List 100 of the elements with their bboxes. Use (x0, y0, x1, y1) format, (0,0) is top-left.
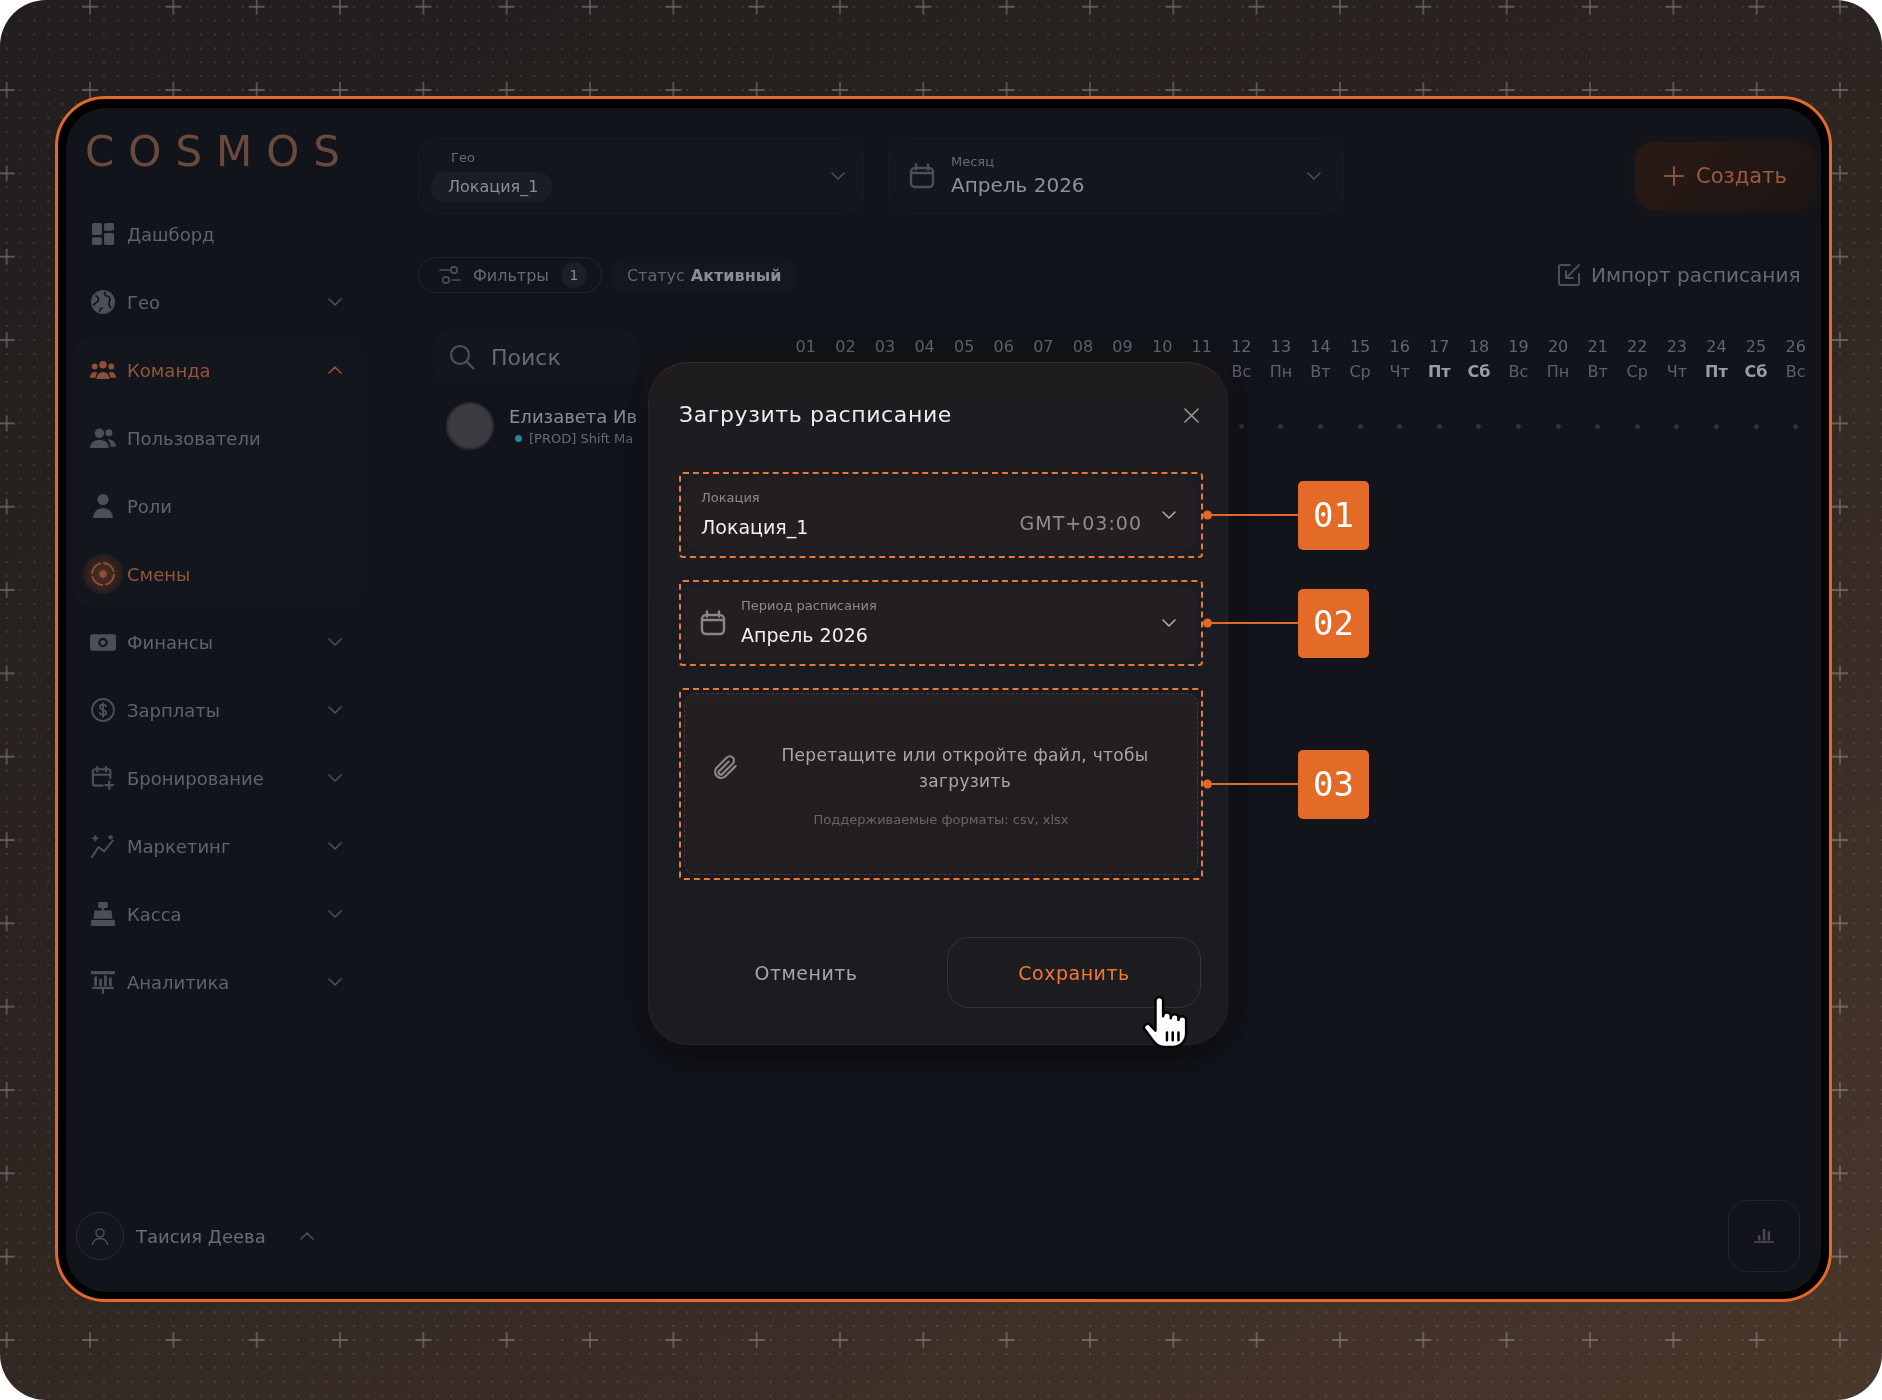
weekday-label: Пн (1269, 362, 1293, 382)
select-value: Апрель 2026 (951, 172, 1085, 198)
sidebar-item[interactable]: Зарплаты (74, 676, 362, 744)
empty-cell-dot (1476, 423, 1482, 429)
hand-cursor-icon (1143, 995, 1189, 1049)
sidebar-item[interactable]: Роли (74, 472, 362, 540)
month-select[interactable]: Месяц Апрель 2026 (888, 138, 1344, 214)
weekday-label: Сб (1467, 362, 1491, 382)
weekday-label: Ср (1626, 362, 1648, 382)
sidebar-item[interactable]: Пользователи (74, 404, 362, 472)
globe-icon (91, 290, 115, 314)
day-number: 10 (1151, 337, 1173, 357)
day-number: 06 (993, 337, 1014, 357)
period-select[interactable]: Период расписания Апрель 2026 (684, 585, 1198, 661)
chevron-down-icon (1162, 511, 1176, 519)
save-button[interactable]: Сохранить (947, 937, 1201, 1008)
day-number: 02 (835, 337, 856, 357)
field-label: Месяц (951, 154, 995, 170)
weekday-label: Чт (1389, 362, 1410, 382)
weekday-label: Вс (1785, 362, 1806, 382)
search-input[interactable]: Поиск (491, 344, 621, 370)
empty-cell-dot (1516, 423, 1521, 429)
chevron-down-icon (1307, 172, 1321, 180)
day-number: 19 (1508, 337, 1529, 357)
day-number: 13 (1270, 337, 1292, 357)
users-icon (90, 428, 116, 448)
weekday-label: Ср (1349, 362, 1371, 382)
sidebar-item[interactable]: Бронирование (74, 744, 362, 812)
day-number: 04 (914, 337, 935, 357)
cash-register-icon (91, 902, 115, 926)
avatar[interactable] (76, 1212, 124, 1260)
field-label: Период расписания (741, 598, 877, 614)
sidebar-item[interactable]: Финансы (74, 608, 362, 676)
weekday-label: Пт (1705, 362, 1728, 382)
day-number: 25 (1745, 337, 1767, 357)
calendar-icon (700, 610, 726, 636)
file-dropzone[interactable]: Перетащите или откройте файл, чтобы загрузить Поддерживаемые форматы: csv, xlsx (684, 693, 1198, 875)
location-select[interactable]: Локация Локация_1 GMT+03:00 (684, 477, 1198, 553)
sidebar-item[interactable]: Маркетинг (74, 812, 362, 880)
select-value: Локация_1 (701, 515, 809, 540)
sidebar-item[interactable]: Команда (74, 336, 362, 404)
chevron-down-icon (1162, 619, 1176, 627)
day-number: 09 (1112, 337, 1133, 357)
chevron-down-icon (831, 172, 845, 180)
import-schedule-link[interactable]: Импорт расписания (1557, 263, 1816, 287)
target-icon (91, 562, 115, 586)
day-number: 18 (1468, 337, 1490, 357)
empty-cell-dot (1238, 423, 1244, 429)
geo-select[interactable]: Гео Локация_1 (418, 138, 864, 214)
empty-cell-dot (1713, 423, 1719, 429)
sidebar-item[interactable]: Дашборд (74, 200, 362, 268)
calendar-icon (909, 163, 935, 189)
weekday-label: Вс (1508, 362, 1529, 382)
banknote-icon (90, 633, 116, 651)
callout-badge: 02 (1298, 588, 1369, 658)
sidebar-item[interactable]: Касса (74, 880, 362, 948)
empty-cell-dot (1278, 423, 1284, 429)
weekday-label: Вт (1587, 362, 1608, 382)
timezone-label: GMT+03:00 (1019, 512, 1142, 534)
day-number: 21 (1587, 337, 1608, 357)
calendar-plus-icon (91, 766, 115, 790)
day-number: 07 (1033, 337, 1054, 357)
empty-cell-dot (1753, 423, 1759, 429)
grid-icon (92, 223, 114, 245)
empty-cell-dot (1793, 423, 1799, 429)
empty-cell-dot (1595, 423, 1601, 429)
people-group-icon (90, 361, 116, 379)
field-label: Гео (450, 150, 475, 166)
sidebar-item[interactable]: Гео (74, 268, 362, 336)
avatar (446, 402, 494, 450)
dialog-title: Загрузить расписание (679, 401, 952, 429)
sidebar-item[interactable]: Смены (74, 540, 362, 608)
callout-badge: 01 (1298, 480, 1369, 550)
status-dot-icon (515, 435, 522, 442)
employee-name: Елизавета Ив (509, 406, 638, 428)
weekday-label: Пн (1546, 362, 1570, 382)
import-icon (1557, 263, 1581, 287)
plus-icon (1664, 166, 1685, 186)
day-number: 03 (874, 337, 896, 357)
sliders-icon (439, 265, 461, 285)
close-button[interactable] (1184, 407, 1199, 423)
day-number: 08 (1072, 337, 1094, 357)
presentation-chart-icon (91, 970, 115, 994)
select-value: Апрель 2026 (741, 623, 868, 648)
day-number: 22 (1627, 337, 1648, 357)
weekday-label: Чт (1666, 362, 1687, 382)
dropzone-text: Перетащите или откройте файл, чтобы загрузить (780, 743, 1150, 793)
day-number: 15 (1349, 337, 1371, 357)
cancel-button[interactable]: Отменить (679, 937, 933, 1008)
weekday-label: Вс (1231, 362, 1252, 382)
create-button[interactable]: Создать (1635, 142, 1816, 210)
empty-cell-dot (1436, 423, 1442, 429)
empty-cell-dot (1357, 423, 1363, 429)
day-number: 05 (954, 337, 975, 357)
logo: COSMOS (85, 134, 354, 170)
sidebar-item[interactable]: Аналитика (74, 948, 362, 1016)
chart-button[interactable] (1728, 1200, 1800, 1272)
day-number: 24 (1706, 337, 1727, 357)
day-number: 17 (1429, 337, 1450, 357)
line-chart-icon (91, 834, 115, 858)
